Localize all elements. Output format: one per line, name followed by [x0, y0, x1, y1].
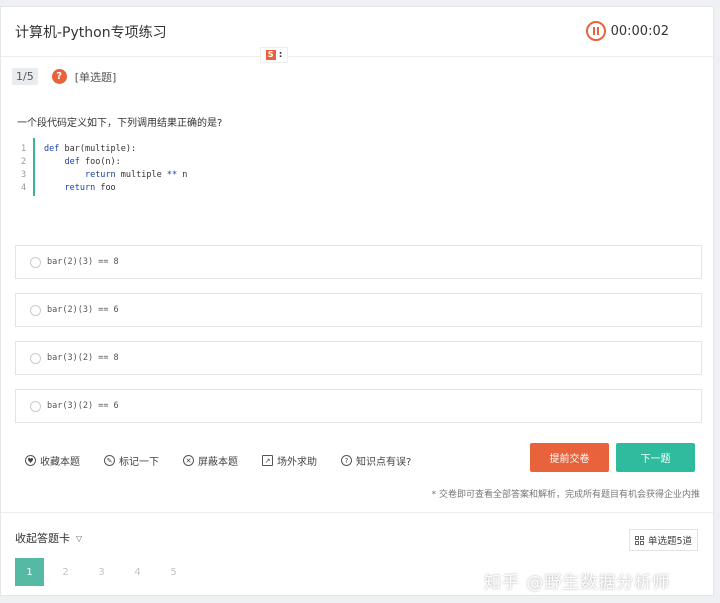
option-label: bar(3)(2) == 8 — [47, 353, 119, 363]
code-line: def bar(multiple): — [44, 144, 137, 154]
question-meta: 1/5 ? [单选题] — [12, 68, 116, 85]
question-number-button[interactable]: 5 — [159, 558, 188, 586]
question-type-badge[interactable]: 单选题5道 — [629, 529, 699, 551]
page-title: 计算机-Python专项练习 — [15, 25, 167, 41]
ask-help-button[interactable]: ↗ 场外求助 — [262, 453, 317, 468]
option-b[interactable]: bar(2)(3) == 6 — [15, 293, 702, 327]
answer-options: bar(2)(3) == 8 bar(2)(3) == 6 bar(3)(2) … — [15, 245, 702, 437]
extension-icon[interactable]: S : — [260, 47, 288, 63]
chevron-down-icon: ▽ — [76, 533, 83, 543]
option-label: bar(2)(3) == 8 — [47, 257, 119, 267]
question-number-button[interactable]: 1 — [15, 558, 44, 586]
divider — [1, 512, 713, 513]
question-number-button[interactable]: 3 — [87, 558, 116, 586]
help-icon[interactable]: ? — [51, 69, 67, 84]
watermark: 知乎 @野生数据分析师 — [484, 573, 671, 593]
timer: 00:00:02 — [585, 21, 669, 41]
radio-icon[interactable] — [30, 400, 41, 412]
line-number: 3 — [21, 170, 27, 180]
tool-label: 场外求助 — [277, 457, 317, 468]
submit-note: * 交卷即可查看全部答案和解析，完成所有题目有机会获得企业内推 — [431, 490, 700, 500]
extension-logo-icon: S — [265, 50, 276, 60]
report-error-button[interactable]: ? 知识点有误? — [341, 453, 411, 468]
option-label: bar(3)(2) == 6 — [47, 401, 119, 411]
heart-icon: ♥ — [25, 455, 36, 466]
pencil-icon: ✎ — [104, 455, 115, 466]
tool-label: 收藏本题 — [40, 457, 80, 468]
pause-icon[interactable] — [585, 21, 606, 41]
share-icon: ↗ — [262, 455, 273, 466]
tool-label: 知识点有误? — [356, 457, 412, 468]
header: 计算机-Python专项练习 00:00:02 — [1, 7, 713, 57]
block-icon: ✕ — [183, 455, 194, 466]
code-line: return multiple ** n — [84, 170, 188, 180]
radio-icon[interactable] — [30, 304, 41, 316]
question-type-count: 单选题5道 — [648, 536, 693, 547]
question-number-list: 1 2 3 4 5 — [15, 558, 195, 586]
question-number-button[interactable]: 4 — [123, 558, 152, 586]
option-label: bar(2)(3) == 6 — [47, 305, 119, 315]
tool-label: 标记一下 — [119, 457, 159, 468]
tool-label: 屏蔽本题 — [198, 457, 238, 468]
answer-card-toggle-label: 收起答题卡 — [15, 532, 70, 545]
option-d[interactable]: bar(3)(2) == 6 — [15, 389, 702, 423]
code-block: 1 2 3 4 def bar(multiple): def foo(n): r… — [17, 138, 317, 196]
grid-icon — [635, 535, 644, 545]
option-a[interactable]: bar(2)(3) == 8 — [15, 245, 702, 279]
question-text: 一个段代码定义如下，下列调用结果正确的是? — [17, 118, 223, 129]
mark-button[interactable]: ✎ 标记一下 — [104, 453, 159, 468]
code-line: return foo — [64, 183, 116, 193]
line-number: 2 — [21, 157, 27, 167]
timer-value: 00:00:02 — [610, 23, 669, 39]
next-question-button[interactable]: 下一题 — [616, 443, 695, 472]
question-type: [单选题] — [74, 70, 117, 84]
block-button[interactable]: ✕ 屏蔽本题 — [183, 453, 238, 468]
favorite-button[interactable]: ♥ 收藏本题 — [25, 453, 80, 468]
code-line: def foo(n): — [64, 157, 121, 167]
line-number: 1 — [21, 144, 27, 154]
radio-icon[interactable] — [30, 256, 41, 268]
question-progress: 1/5 — [12, 68, 38, 85]
quiz-panel: 计算机-Python专项练习 00:00:02 S : 1/5 ? [单选题] … — [0, 6, 714, 596]
submit-early-button[interactable]: 提前交卷 — [530, 443, 609, 472]
radio-icon[interactable] — [30, 352, 41, 364]
line-number: 4 — [21, 183, 27, 193]
option-c[interactable]: bar(3)(2) == 8 — [15, 341, 702, 375]
question-tools: ♥ 收藏本题 ✎ 标记一下 ✕ 屏蔽本题 ↗ 场外求助 ? 知识点有误? — [25, 453, 435, 468]
question-number-button[interactable]: 2 — [51, 558, 80, 586]
more-icon: : — [278, 50, 283, 60]
answer-card-toggle[interactable]: 收起答题卡 ▽ — [15, 530, 82, 546]
question-icon: ? — [341, 455, 352, 466]
